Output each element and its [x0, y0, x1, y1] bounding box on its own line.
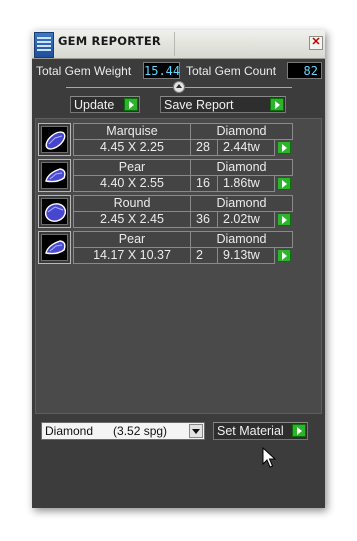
gem-row[interactable]: Marquise 4.45 X 2.25 Diamond 28 2.44tw — [38, 123, 298, 157]
gem-material: Diamond — [190, 159, 293, 176]
gem-weight: 1.86tw — [217, 175, 275, 192]
set-material-button-label: Set Material — [217, 424, 284, 438]
gem-row[interactable]: Pear 4.40 X 2.55 Diamond 16 1.86tw — [38, 159, 298, 193]
total-count-label: Total Gem Count — [186, 64, 277, 78]
row-play-arrow-icon[interactable] — [277, 141, 291, 154]
play-arrow-icon — [124, 98, 138, 111]
row-play-arrow-icon[interactable] — [277, 177, 291, 190]
gem-count: 16 — [190, 175, 218, 192]
gem-thumbnail-icon — [38, 195, 71, 228]
save-report-button-label: Save Report — [164, 98, 234, 112]
gem-dimensions: 14.17 X 10.37 — [73, 247, 191, 264]
close-icon[interactable]: ✕ — [309, 36, 323, 50]
play-arrow-icon — [270, 98, 284, 111]
save-report-button[interactable]: Save Report — [160, 96, 286, 113]
total-weight-value: 15.44 — [143, 62, 181, 79]
gem-row[interactable]: Pear 14.17 X 10.37 Diamond 2 9.13tw — [38, 231, 298, 265]
gem-shape: Pear — [73, 231, 191, 248]
gem-row[interactable]: Round 2.45 X 2.45 Diamond 36 2.02tw — [38, 195, 298, 229]
gem-thumbnail-icon — [38, 123, 71, 156]
gem-shape: Pear — [73, 159, 191, 176]
gem-dimensions: 2.45 X 2.45 — [73, 211, 191, 228]
gem-count: 28 — [190, 139, 218, 156]
set-material-button[interactable]: Set Material — [213, 422, 308, 440]
gem-dimensions: 4.45 X 2.25 — [73, 139, 191, 156]
material-dropdown-value: Diamond (3.52 spg) — [45, 424, 168, 438]
gem-reporter-window: GEM REPORTER ✕ Total Gem Weight 15.44 To… — [32, 30, 325, 508]
gem-weight: 2.02tw — [217, 211, 275, 228]
total-count-value: 82 — [287, 62, 322, 79]
gem-thumbnail-icon — [38, 231, 71, 264]
gem-dimensions: 4.40 X 2.55 — [73, 175, 191, 192]
gem-thumbnail-icon — [38, 159, 71, 192]
gem-material: Diamond — [190, 231, 293, 248]
gem-weight: 9.13tw — [217, 247, 275, 264]
play-arrow-icon — [292, 424, 306, 437]
collapse-up-icon[interactable] — [173, 81, 185, 93]
update-button[interactable]: Update — [70, 96, 140, 113]
material-dropdown[interactable]: Diamond (3.52 spg) — [41, 422, 205, 440]
title-divider — [174, 32, 175, 56]
app-icon — [34, 32, 54, 58]
gem-weight: 2.44tw — [217, 139, 275, 156]
gem-material: Diamond — [190, 123, 293, 140]
gem-count: 2 — [190, 247, 218, 264]
gem-results-panel: Marquise 4.45 X 2.25 Diamond 28 2.44tw P… — [35, 118, 322, 414]
gem-material: Diamond — [190, 195, 293, 212]
window-title: GEM REPORTER — [58, 34, 161, 48]
gem-shape: Marquise — [73, 123, 191, 140]
row-play-arrow-icon[interactable] — [277, 213, 291, 226]
gem-shape: Round — [73, 195, 191, 212]
update-button-label: Update — [74, 98, 115, 112]
total-weight-label: Total Gem Weight — [36, 64, 132, 78]
title-bar: GEM REPORTER ✕ — [32, 30, 325, 59]
row-play-arrow-icon[interactable] — [277, 249, 291, 262]
mouse-cursor-icon — [262, 447, 276, 468]
gem-count: 36 — [190, 211, 218, 228]
chevron-down-icon[interactable] — [189, 424, 203, 438]
